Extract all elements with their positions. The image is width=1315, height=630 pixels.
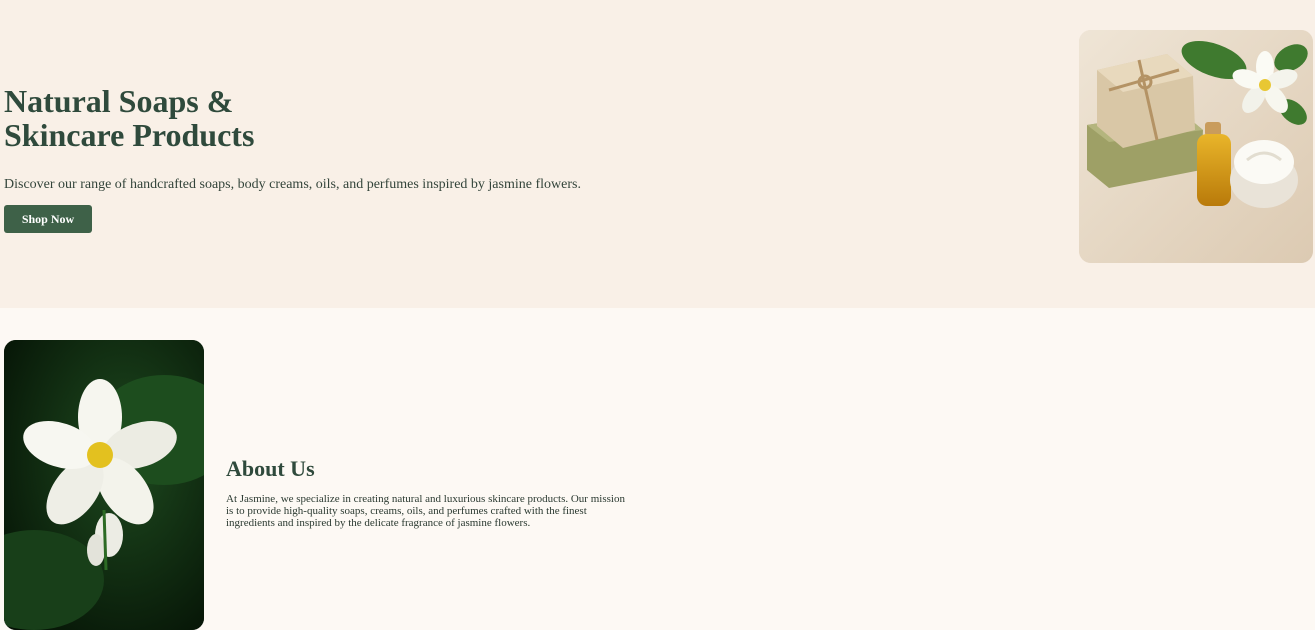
about-title: About Us [226, 456, 315, 481]
shop-now-button[interactable]: Shop Now [4, 205, 92, 233]
about-description: At Jasmine, we specialize in creating na… [226, 493, 625, 529]
jasmine-flower-image [4, 340, 204, 630]
hero-subtitle: Discover our range of handcrafted soaps,… [4, 177, 581, 192]
jasmine-flower-illustration [4, 340, 204, 630]
hero-title: Natural Soaps & Skincare Products [4, 83, 255, 153]
about-section: About Us At Jasmine, we specialize in cr… [0, 308, 1315, 630]
hero-section: Natural Soaps & Skincare Products Discov… [0, 0, 1315, 308]
soap-products-image [1079, 30, 1313, 263]
soap-products-illustration [1079, 30, 1313, 263]
